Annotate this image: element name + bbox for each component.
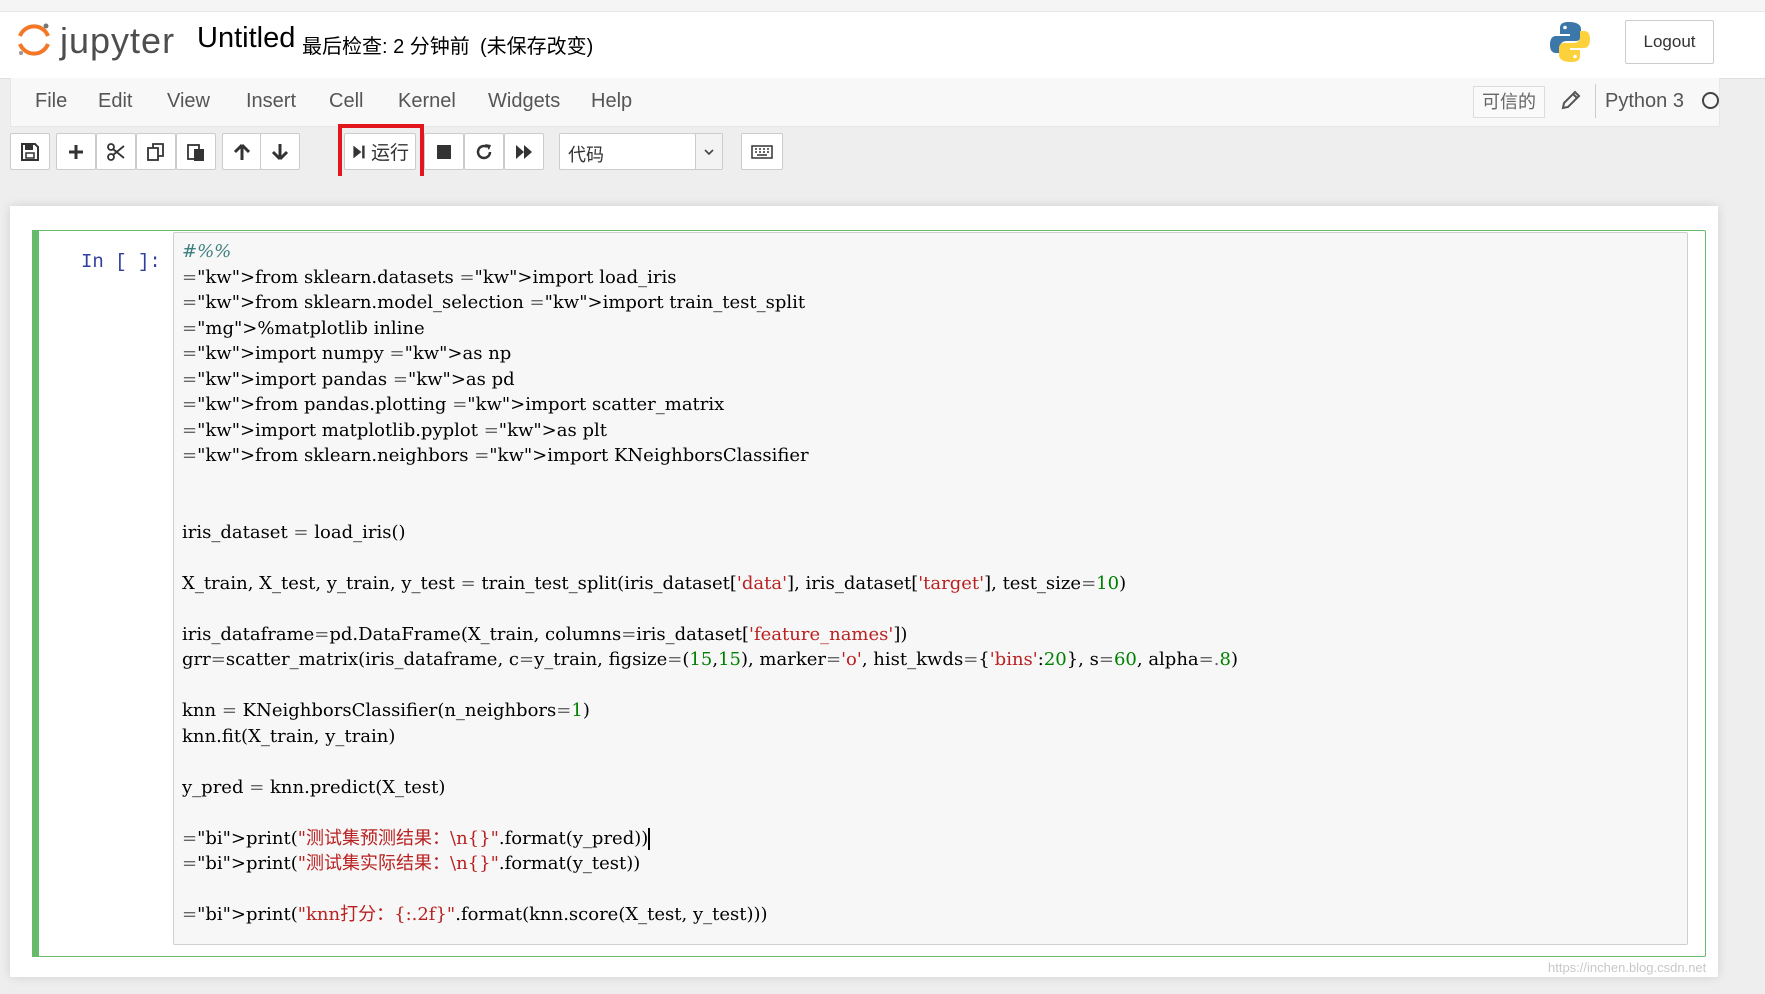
logout-button[interactable]: Logout <box>1625 20 1714 64</box>
code-editor[interactable]: #%% ="kw">from sklearn.datasets ="kw">im… <box>173 232 1688 945</box>
menu-widgets[interactable]: Widgets <box>488 90 560 113</box>
move-down-button[interactable] <box>260 133 300 170</box>
pencil-icon[interactable] <box>1559 88 1583 112</box>
fast-forward-icon <box>516 144 532 159</box>
input-prompt: In [ ]: <box>81 251 161 273</box>
cut-button[interactable] <box>96 133 136 170</box>
refresh-icon <box>476 143 492 159</box>
kernel-idle-indicator-icon <box>1702 92 1719 109</box>
jupyter-logo[interactable]: jupyter <box>16 20 206 64</box>
watermark: https://inchen.blog.csdn.net <box>1548 960 1707 975</box>
interrupt-kernel-button[interactable] <box>424 133 464 170</box>
menu-insert[interactable]: Insert <box>246 90 296 113</box>
copy-button[interactable] <box>136 133 176 170</box>
menu-kernel[interactable]: Kernel <box>398 90 456 113</box>
stop-icon <box>437 144 451 159</box>
notebook-title[interactable]: Untitled <box>197 22 295 55</box>
menu-file[interactable]: File <box>35 90 67 113</box>
code-text[interactable]: #%% ="kw">from sklearn.datasets ="kw">im… <box>182 239 1238 928</box>
unsaved-status: (未保存改变) <box>480 36 594 58</box>
menu-edit[interactable]: Edit <box>98 90 132 113</box>
keyboard-icon <box>751 144 773 159</box>
jupyter-wordmark: jupyter <box>60 20 176 61</box>
text-cursor <box>648 827 651 850</box>
restart-kernel-button[interactable] <box>464 133 504 170</box>
header: jupyter Untitled 最后检查: 2 分钟前 (未保存改变) Log… <box>0 0 1765 79</box>
cell-type-value: 代码 <box>568 145 604 165</box>
menu-view[interactable]: View <box>167 90 210 113</box>
copy-icon <box>147 142 164 161</box>
kernel-name[interactable]: Python 3 <box>1605 90 1684 113</box>
kernel-separator <box>1595 84 1596 118</box>
menu-help[interactable]: Help <box>591 90 632 113</box>
jupyter-logo-icon <box>18 23 50 56</box>
restart-run-all-button[interactable] <box>504 133 544 170</box>
save-icon <box>21 142 39 161</box>
cell-edit-mode-bar <box>32 230 39 957</box>
arrow-up-icon <box>233 143 251 160</box>
command-palette-button[interactable] <box>741 133 783 170</box>
move-up-button[interactable] <box>222 133 262 170</box>
menu-cell[interactable]: Cell <box>329 90 363 113</box>
menubar: File Edit View Insert Cell Kernel Widget… <box>10 78 1720 127</box>
python-logo-icon <box>1550 22 1590 62</box>
arrow-down-icon <box>271 143 289 160</box>
checkpoint-status: 最后检查: 2 分钟前 <box>302 36 470 58</box>
plus-icon <box>69 144 83 159</box>
toolbar: 运行 代码 <box>10 132 1718 174</box>
insert-cell-button[interactable] <box>56 133 96 170</box>
chevron-down-icon <box>704 148 714 155</box>
save-button[interactable] <box>10 133 50 170</box>
select-arrow <box>695 134 722 169</box>
scissors-icon <box>107 142 125 161</box>
paste-button[interactable] <box>176 133 216 170</box>
header-top-border <box>0 0 1765 12</box>
cell-type-select[interactable]: 代码 <box>559 133 723 170</box>
trusted-indicator[interactable]: 可信的 <box>1473 86 1545 118</box>
paste-icon <box>187 143 204 161</box>
